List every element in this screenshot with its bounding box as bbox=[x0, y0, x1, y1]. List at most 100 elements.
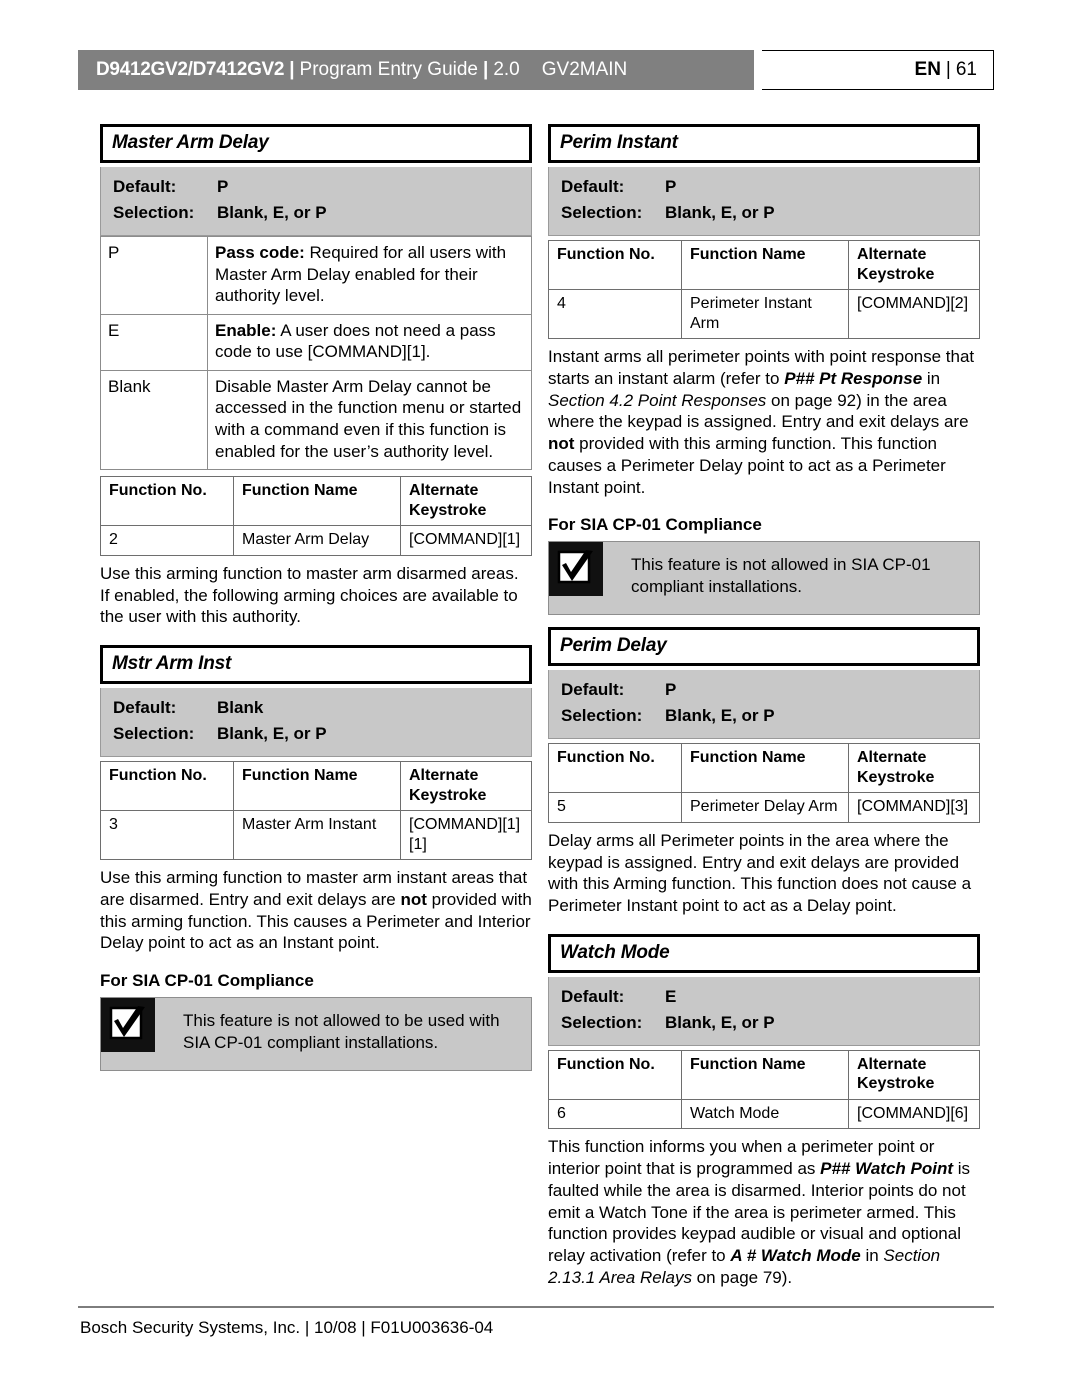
default-row: Default: E bbox=[549, 984, 979, 1010]
table-header-row: Function No. Function Name Alternate Key… bbox=[548, 239, 980, 291]
table-row: 4 Perimeter Instant Arm [COMMAND][2] bbox=[548, 289, 980, 340]
selection-value: Blank, E, or P bbox=[665, 203, 775, 222]
cell-function-no: 6 bbox=[548, 1098, 682, 1130]
detail-body: Disable Master Arm Delay cannot be acces… bbox=[215, 376, 522, 461]
detail-key: P bbox=[100, 236, 208, 315]
default-value: P bbox=[665, 680, 677, 700]
detail-text: Pass code: Required for all users with M… bbox=[207, 236, 532, 315]
compliance-heading-mstr-arm-inst: For SIA CP-01 Compliance bbox=[100, 971, 314, 991]
column-header-function-name: Function Name bbox=[681, 743, 849, 794]
notice-text-mstr-arm-inst: This feature is not allowed to be used w… bbox=[183, 1011, 500, 1053]
left-column: Master Arm Delay Default: P Selection: B… bbox=[100, 124, 532, 1072]
detail-text: Disable Master Arm Delay cannot be acces… bbox=[207, 369, 532, 471]
column-header-function-name: Function Name bbox=[233, 476, 401, 527]
selection-label: Selection: bbox=[561, 1012, 643, 1032]
column-header-function-no: Function No. bbox=[548, 1049, 682, 1100]
column-header-alternate-keystroke: Alternate Keystroke bbox=[848, 1049, 980, 1100]
default-row: Default: P bbox=[549, 174, 979, 200]
compliance-heading-perim-instant: For SIA CP-01 Compliance bbox=[548, 515, 762, 535]
page-header: D9412GV2/D7412GV2 | Program Entry Guide … bbox=[78, 50, 994, 90]
column-header-function-name: Function Name bbox=[681, 1049, 849, 1100]
table-row: 6 Watch Mode [COMMAND][6] bbox=[548, 1098, 980, 1130]
cell-function-name: Master Arm Instant bbox=[233, 810, 401, 861]
para-italic: Section 4.2 Point Responses bbox=[548, 390, 767, 410]
table-row: 2 Master Arm Delay [COMMAND][1] bbox=[100, 525, 532, 556]
document-page: D9412GV2/D7412GV2 | Program Entry Guide … bbox=[0, 0, 1080, 1397]
selection-value: Blank, E, or P bbox=[665, 1012, 775, 1032]
notice-text-perim-instant: This feature is not allowed in SIA CP-01… bbox=[631, 555, 931, 597]
detail-text: Enable: A user does not need a pass code… bbox=[207, 313, 532, 371]
table-row: E Enable: A user does not need a pass co… bbox=[100, 313, 532, 371]
header-page-box: EN | 61 bbox=[762, 50, 994, 90]
cell-function-name: Perimeter Instant Arm bbox=[681, 289, 849, 340]
table-header-row: Function No. Function Name Alternate Key… bbox=[548, 743, 980, 794]
function-table-master-arm-delay: Function No. Function Name Alternate Key… bbox=[100, 476, 532, 556]
para-bold-italic: P## Watch Point bbox=[820, 1159, 954, 1179]
selection-label: Selection: bbox=[113, 203, 195, 222]
selection-value: Blank, E, or P bbox=[217, 724, 327, 743]
cell-function-name: Master Arm Delay bbox=[233, 525, 401, 556]
selection-value: Blank, E, or P bbox=[665, 706, 775, 726]
default-value: P bbox=[665, 177, 677, 196]
footer-divider bbox=[78, 1306, 994, 1308]
cell-alternate-keystroke: [COMMAND][1][1] bbox=[400, 810, 532, 861]
default-value: E bbox=[665, 986, 677, 1006]
column-header-alternate-keystroke: Alternate Keystroke bbox=[400, 760, 532, 812]
column-header-alternate-keystroke: Alternate Keystroke bbox=[400, 476, 532, 527]
header-separator-2: | bbox=[483, 59, 489, 80]
table-row: 5 Perimeter Delay Arm [COMMAND][3] bbox=[548, 792, 980, 823]
selection-row: Selection: Blank, E, or P bbox=[101, 200, 531, 226]
table-row: Blank Disable Master Arm Delay cannot be… bbox=[100, 369, 532, 471]
paragraph-mstr-arm-inst: Use this arming function to master arm i… bbox=[100, 867, 532, 954]
cell-function-name: Perimeter Delay Arm bbox=[681, 792, 849, 823]
selection-value: Blank, E, or P bbox=[217, 203, 327, 222]
selection-detail-table-master-arm-delay: P Pass code: Required for all users with… bbox=[100, 236, 532, 471]
table-row: P Pass code: Required for all users with… bbox=[100, 236, 532, 315]
para-bold-italic: A # Watch Mode bbox=[730, 1246, 861, 1266]
selection-row: Selection: Blank, E, or P bbox=[549, 703, 979, 729]
paragraph-perim-instant: Instant arms all perimeter points with p… bbox=[548, 346, 980, 498]
cell-alternate-keystroke: [COMMAND][1] bbox=[400, 525, 532, 556]
default-label: Default: bbox=[561, 986, 625, 1006]
cell-function-no: 5 bbox=[548, 792, 682, 823]
checkmark-icon bbox=[101, 998, 155, 1053]
header-page-number: 61 bbox=[955, 59, 977, 80]
function-table-mstr-arm-inst: Function No. Function Name Alternate Key… bbox=[100, 760, 532, 861]
paragraph-master-arm-delay: Use this arming function to master arm d… bbox=[100, 563, 519, 627]
cell-function-no: 4 bbox=[548, 289, 682, 340]
section-title-master-arm-delay: Master Arm Delay bbox=[100, 124, 532, 163]
selection-label: Selection: bbox=[113, 724, 195, 743]
header-separator-1: | bbox=[289, 59, 295, 80]
default-label: Default: bbox=[561, 177, 625, 196]
default-row: Default: Blank bbox=[101, 695, 531, 721]
table-header-row: Function No. Function Name Alternate Key… bbox=[100, 760, 532, 812]
cell-alternate-keystroke: [COMMAND][6] bbox=[848, 1098, 980, 1130]
section-title-mstr-arm-inst: Mstr Arm Inst bbox=[100, 645, 532, 684]
notice-box-perim-instant: This feature is not allowed in SIA CP-01… bbox=[548, 541, 980, 616]
column-header-function-no: Function No. bbox=[100, 760, 234, 812]
table-header-row: Function No. Function Name Alternate Key… bbox=[100, 476, 532, 527]
section-title-watch-mode: Watch Mode bbox=[548, 933, 980, 973]
function-table-perim-instant: Function No. Function Name Alternate Key… bbox=[548, 239, 980, 340]
paragraph-watch-mode: This function informs you when a perimet… bbox=[548, 1136, 980, 1288]
cell-alternate-keystroke: [COMMAND][3] bbox=[848, 792, 980, 823]
default-value: P bbox=[217, 177, 229, 196]
function-table-watch-mode: Function No. Function Name Alternate Key… bbox=[548, 1049, 980, 1130]
section-title-perim-delay: Perim Delay bbox=[548, 627, 980, 667]
column-header-alternate-keystroke: Alternate Keystroke bbox=[848, 743, 980, 794]
header-version: 2.0 bbox=[493, 59, 520, 80]
column-header-function-no: Function No. bbox=[548, 743, 682, 794]
paragraph-perim-delay: Delay arms all Perimeter points in the a… bbox=[548, 830, 972, 916]
cell-function-name: Watch Mode bbox=[681, 1098, 849, 1130]
column-header-function-no: Function No. bbox=[100, 476, 234, 527]
detail-key: Blank bbox=[100, 369, 208, 471]
function-table-perim-delay: Function No. Function Name Alternate Key… bbox=[548, 743, 980, 823]
default-label: Default: bbox=[561, 680, 625, 700]
cell-function-no: 3 bbox=[100, 810, 234, 861]
detail-bold-lead: Pass code: bbox=[215, 243, 305, 262]
defaults-block-perim-instant: Default: P Selection: Blank, E, or P bbox=[548, 167, 980, 236]
selection-row: Selection: Blank, E, or P bbox=[549, 200, 979, 226]
para-bold: not bbox=[400, 889, 427, 909]
column-header-alternate-keystroke: Alternate Keystroke bbox=[848, 239, 980, 291]
selection-row: Selection: Blank, E, or P bbox=[549, 1010, 979, 1036]
